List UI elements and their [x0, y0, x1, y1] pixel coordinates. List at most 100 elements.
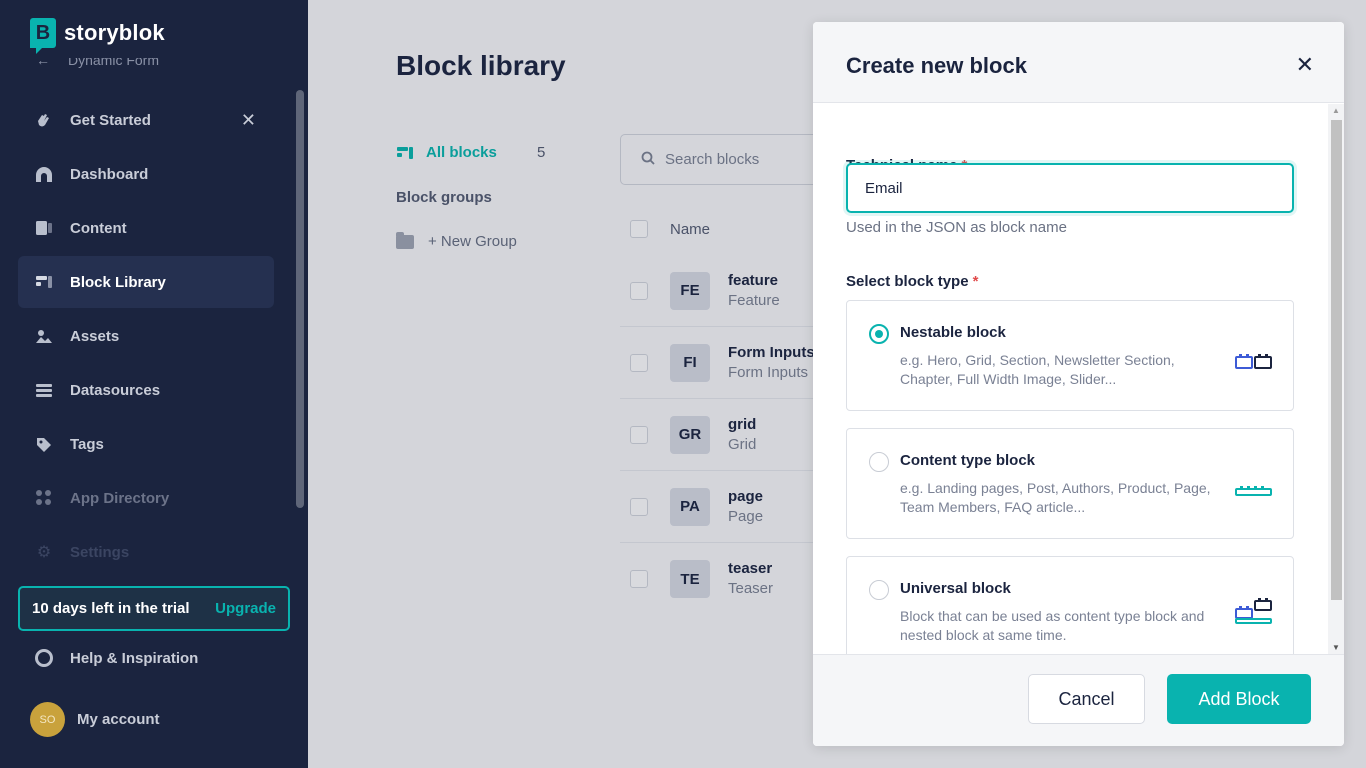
sidebar-scrollbar[interactable] — [296, 90, 304, 508]
scroll-down-icon[interactable]: ▼ — [1332, 643, 1340, 652]
table-row[interactable]: FE feature Feature — [620, 255, 820, 327]
modal-header: Create new block ✕ — [813, 22, 1344, 103]
sidebar-item-label: Assets — [70, 327, 120, 345]
table-row[interactable]: GR grid Grid — [620, 399, 820, 471]
block-type-label: Select block type * — [846, 273, 979, 290]
block-name: Form Inputs — [728, 343, 815, 361]
nestable-block-icon — [1235, 354, 1272, 369]
sidebar-item-content[interactable]: Content — [18, 202, 274, 254]
content-type-block-option[interactable]: Content type block e.g. Landing pages, P… — [846, 428, 1294, 539]
tag-icon — [34, 434, 54, 454]
sidebar-item-label: Block Library — [70, 273, 166, 291]
type-description: e.g. Hero, Grid, Section, Newsletter Sec… — [900, 352, 1175, 387]
modal-scrollbar[interactable]: ▲ ▼ — [1328, 104, 1344, 654]
row-checkbox[interactable] — [630, 425, 648, 444]
universal-block-radio[interactable] — [869, 580, 889, 600]
row-checkbox[interactable] — [630, 570, 648, 588]
dashboard-icon — [34, 164, 54, 184]
search-blocks[interactable]: Search blocks — [620, 134, 840, 185]
help-inspiration-link[interactable]: Help & Inspiration — [34, 648, 198, 668]
add-block-button[interactable]: Add Block — [1167, 674, 1311, 724]
sidebar-item-dashboard[interactable]: Dashboard — [18, 148, 274, 200]
my-account-link[interactable]: SO My account — [30, 702, 160, 737]
table-row[interactable]: FI Form Inputs Form Inputs — [620, 327, 820, 399]
content-icon — [34, 218, 54, 238]
universal-block-option[interactable]: Universal block Block that can be used a… — [846, 556, 1294, 654]
hand-wave-icon — [34, 110, 54, 130]
content-type-block-radio[interactable] — [869, 452, 889, 472]
sidebar-item-label: App Directory — [70, 489, 170, 507]
back-arrow-icon: ← — [36, 58, 50, 68]
brand-name: storyblok — [64, 20, 165, 45]
sidebar-item-datasources[interactable]: Datasources — [18, 364, 274, 416]
account-label: My account — [77, 711, 160, 728]
sidebar-item-label: Settings — [70, 543, 130, 561]
modal-footer: Cancel Add Block — [813, 654, 1344, 746]
close-icon[interactable]: ✕ — [1296, 52, 1314, 78]
universal-block-icon — [1235, 598, 1272, 624]
sidebar-item-assets[interactable]: Assets — [18, 310, 274, 362]
block-library-icon — [397, 146, 413, 159]
close-icon[interactable]: ✕ — [241, 110, 256, 131]
block-name: teaser — [728, 560, 773, 577]
lifebuoy-icon — [34, 648, 54, 668]
row-checkbox[interactable] — [630, 353, 648, 372]
type-title: Nestable block — [900, 324, 1006, 341]
scroll-thumb[interactable] — [1331, 120, 1342, 600]
upgrade-link[interactable]: Upgrade — [215, 600, 276, 617]
help-label: Help & Inspiration — [70, 649, 199, 667]
create-block-modal: Create new block ✕ Technical name* Used … — [813, 22, 1344, 746]
back-to-space-link[interactable]: ← Dynamic Form — [36, 58, 159, 74]
block-badge: GR — [670, 415, 710, 454]
select-all-checkbox[interactable] — [630, 220, 648, 238]
content-type-block-icon — [1235, 486, 1272, 496]
storyblok-logo[interactable]: B storyblok — [30, 18, 165, 54]
technical-name-hint: Used in the JSON as block name — [846, 219, 1067, 236]
search-icon — [641, 151, 655, 168]
sidebar-item-block-library[interactable]: Block Library — [18, 256, 274, 308]
type-title: Universal block — [900, 580, 1011, 597]
sidebar-item-label: Get Started — [70, 111, 151, 129]
type-title: Content type block — [900, 452, 1036, 469]
nestable-block-radio[interactable] — [869, 324, 889, 344]
sidebar-item-label: Tags — [70, 435, 104, 453]
block-display-name: Feature — [728, 291, 780, 309]
filter-all-blocks[interactable]: All blocks 5 — [396, 144, 545, 161]
table-row[interactable]: PA page Page — [620, 471, 820, 543]
nestable-block-option[interactable]: Nestable block e.g. Hero, Grid, Section,… — [846, 300, 1294, 411]
scroll-up-icon[interactable]: ▲ — [1332, 106, 1340, 115]
sidebar-item-tags[interactable]: Tags — [18, 418, 274, 470]
block-badge: PA — [670, 487, 710, 526]
block-name: feature — [728, 271, 779, 289]
row-checkbox[interactable] — [630, 281, 648, 300]
sidebar-item-app-directory[interactable]: App Directory — [18, 472, 274, 524]
modal-title: Create new block — [846, 53, 1027, 78]
block-display-name: Teaser — [728, 580, 774, 597]
sidebar-item-get-started[interactable]: Get Started ✕ — [18, 94, 274, 146]
block-display-name: Page — [728, 507, 764, 525]
block-badge: FI — [670, 343, 710, 382]
filter-all-label: All blocks — [426, 144, 497, 161]
table-row[interactable]: TE teaser Teaser — [620, 543, 820, 615]
column-name[interactable]: Name — [670, 221, 710, 238]
row-checkbox[interactable] — [630, 497, 648, 516]
new-group-button[interactable]: + New Group — [396, 231, 517, 250]
datasources-icon — [34, 380, 54, 400]
sidebar-item-label: Dashboard — [70, 165, 149, 183]
table-header: Name — [630, 220, 710, 238]
space-name: Dynamic Form — [68, 58, 160, 68]
technical-name-input[interactable] — [846, 163, 1294, 213]
gear-icon: ⚙ — [36, 544, 52, 561]
sidebar-item-label: Datasources — [70, 381, 161, 399]
apps-icon — [34, 488, 54, 508]
filter-all-count: 5 — [537, 144, 546, 161]
type-description: e.g. Landing pages, Post, Authors, Produ… — [900, 480, 1211, 515]
cancel-button[interactable]: Cancel — [1028, 674, 1145, 724]
block-name: grid — [728, 415, 757, 433]
sidebar-item-label: Content — [70, 219, 127, 237]
sidebar-nav: Get Started ✕ Dashboard Content Block Li… — [18, 94, 274, 580]
trial-banner: 10 days left in the trial Upgrade — [18, 586, 290, 631]
search-input[interactable]: Search blocks — [665, 151, 759, 168]
sidebar-item-settings[interactable]: ⚙ Settings — [18, 526, 274, 578]
folder-icon — [396, 231, 414, 249]
